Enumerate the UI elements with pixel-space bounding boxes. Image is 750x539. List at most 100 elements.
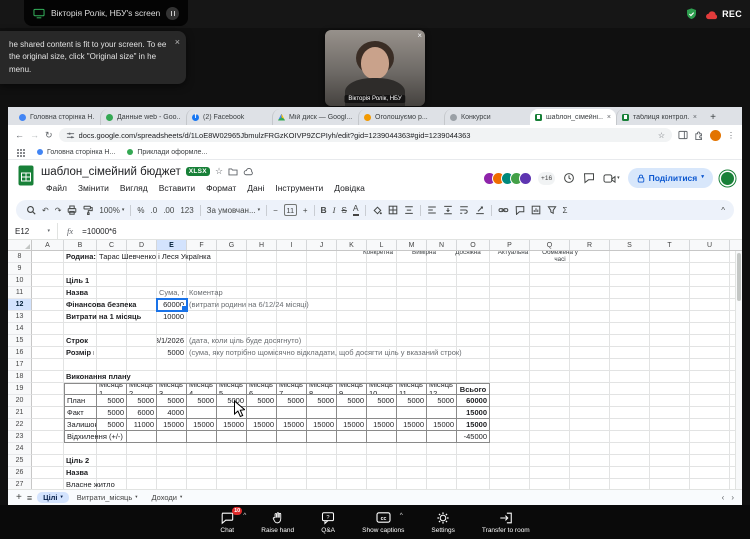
- cell-K18[interactable]: [337, 371, 367, 383]
- chevron-up-icon[interactable]: ^: [243, 512, 246, 519]
- cell-T22[interactable]: [650, 419, 690, 431]
- cell-B20[interactable]: План: [64, 395, 97, 407]
- all-sheets-icon[interactable]: ≡: [27, 493, 32, 503]
- cell-U12[interactable]: [690, 299, 730, 311]
- cell-J9[interactable]: [307, 263, 337, 275]
- cell-G18[interactable]: [217, 371, 247, 383]
- cell-Q17[interactable]: [530, 359, 570, 371]
- cell-S27[interactable]: [610, 479, 650, 489]
- cell-O23[interactable]: -45000: [457, 431, 490, 443]
- cell-T27[interactable]: [650, 479, 690, 489]
- cell-Q14[interactable]: [530, 323, 570, 335]
- control-transfer[interactable]: Transfer to room: [482, 511, 530, 534]
- cell-P21[interactable]: [490, 407, 530, 419]
- redo-button[interactable]: ↷: [55, 206, 62, 215]
- cell-O13[interactable]: [457, 311, 490, 323]
- row-header-23[interactable]: 23: [8, 431, 32, 443]
- cell-Q27[interactable]: [530, 479, 570, 489]
- cell-J21[interactable]: [307, 407, 337, 419]
- cell-O10[interactable]: [457, 275, 490, 287]
- row-header-26[interactable]: 26: [8, 467, 32, 479]
- cell-C8[interactable]: Тарас Шевченко і Леся Українка: [97, 251, 127, 263]
- cell-M9[interactable]: [397, 263, 427, 275]
- cell-F21[interactable]: [187, 407, 217, 419]
- cell-B19[interactable]: [64, 383, 97, 395]
- cell-F20[interactable]: 5000: [187, 395, 217, 407]
- share-dropdown-icon[interactable]: ▾: [701, 175, 704, 181]
- cell-K27[interactable]: [337, 479, 367, 489]
- cell-M25[interactable]: [397, 455, 427, 467]
- cell-C21[interactable]: 5000: [97, 407, 127, 419]
- row-header-9[interactable]: 9: [8, 263, 32, 275]
- cell-J18[interactable]: [307, 371, 337, 383]
- security-shield-icon[interactable]: [685, 7, 698, 21]
- chevron-up-icon[interactable]: ^: [400, 512, 403, 519]
- cell-P9[interactable]: [490, 263, 530, 275]
- cell-T26[interactable]: [650, 467, 690, 479]
- cell-D27[interactable]: [127, 479, 157, 489]
- sheet-tab-1[interactable]: Цілі▾: [37, 492, 69, 503]
- star-icon[interactable]: ☆: [215, 167, 223, 176]
- cell-I18[interactable]: [277, 371, 307, 383]
- cell-A8[interactable]: [32, 251, 64, 263]
- cell-F14[interactable]: [187, 323, 217, 335]
- control-gear[interactable]: Settings: [431, 511, 455, 534]
- search-icon[interactable]: [26, 205, 36, 215]
- cell-T17[interactable]: [650, 359, 690, 371]
- cell-T16[interactable]: [650, 347, 690, 359]
- browser-tab-1[interactable]: Головна сторінка Н...: [14, 109, 100, 125]
- cell-S24[interactable]: [610, 443, 650, 455]
- cell-T10[interactable]: [650, 275, 690, 287]
- cell-N10[interactable]: [427, 275, 457, 287]
- cell-P25[interactable]: [490, 455, 530, 467]
- cell-Q24[interactable]: [530, 443, 570, 455]
- cell-R20[interactable]: [570, 395, 610, 407]
- control-chat[interactable]: 10^Chat: [220, 511, 234, 534]
- cell-P8[interactable]: [490, 251, 530, 263]
- cell-N25[interactable]: [427, 455, 457, 467]
- insert-comment-icon[interactable]: [515, 205, 525, 215]
- cell-H8[interactable]: [247, 251, 277, 263]
- cell-B26[interactable]: Назва: [64, 467, 97, 479]
- extensions-puzzle-icon[interactable]: [694, 130, 704, 140]
- cell-U21[interactable]: [690, 407, 730, 419]
- cell-S13[interactable]: [610, 311, 650, 323]
- sheet-tab-menu-icon[interactable]: ▾: [61, 495, 63, 500]
- cell-E9[interactable]: [157, 263, 187, 275]
- cell-I11[interactable]: [277, 287, 307, 299]
- cell-J8[interactable]: [307, 251, 337, 263]
- cell-S14[interactable]: [610, 323, 650, 335]
- cell-P15[interactable]: [490, 335, 530, 347]
- cell-S11[interactable]: [610, 287, 650, 299]
- text-color-button[interactable]: A: [353, 204, 359, 215]
- cell-H21[interactable]: [247, 407, 277, 419]
- column-header-N[interactable]: N: [427, 240, 457, 250]
- scrollbar-thumb[interactable]: [737, 253, 741, 301]
- cell-C20[interactable]: 5000: [97, 395, 127, 407]
- cell-P27[interactable]: [490, 479, 530, 489]
- toolbar-collapse-icon[interactable]: ^: [721, 206, 725, 215]
- cell-B27[interactable]: Власне житло: [64, 479, 97, 489]
- cell-G27[interactable]: [217, 479, 247, 489]
- cell-B22[interactable]: Залишок: [64, 419, 97, 431]
- cell-I22[interactable]: 15000: [277, 419, 307, 431]
- cell-K8[interactable]: [337, 251, 367, 263]
- cell-S10[interactable]: [610, 275, 650, 287]
- video-close-icon[interactable]: ×: [417, 31, 422, 40]
- cell-J17[interactable]: [307, 359, 337, 371]
- cell-A27[interactable]: [32, 479, 64, 489]
- row-header-22[interactable]: 22: [8, 419, 32, 431]
- cell-L17[interactable]: [367, 359, 397, 371]
- column-header-R[interactable]: R: [570, 240, 610, 250]
- cell-U20[interactable]: [690, 395, 730, 407]
- cell-R15[interactable]: [570, 335, 610, 347]
- cell-B15[interactable]: Строк: [64, 335, 97, 347]
- cell-M22[interactable]: 15000: [397, 419, 427, 431]
- cell-E12[interactable]: 60000: [157, 299, 187, 311]
- cell-H11[interactable]: [247, 287, 277, 299]
- cell-D16[interactable]: [127, 347, 157, 359]
- cell-I14[interactable]: [277, 323, 307, 335]
- cell-R23[interactable]: [570, 431, 610, 443]
- cell-P13[interactable]: [490, 311, 530, 323]
- zoom-select[interactable]: 100%▾: [99, 206, 124, 215]
